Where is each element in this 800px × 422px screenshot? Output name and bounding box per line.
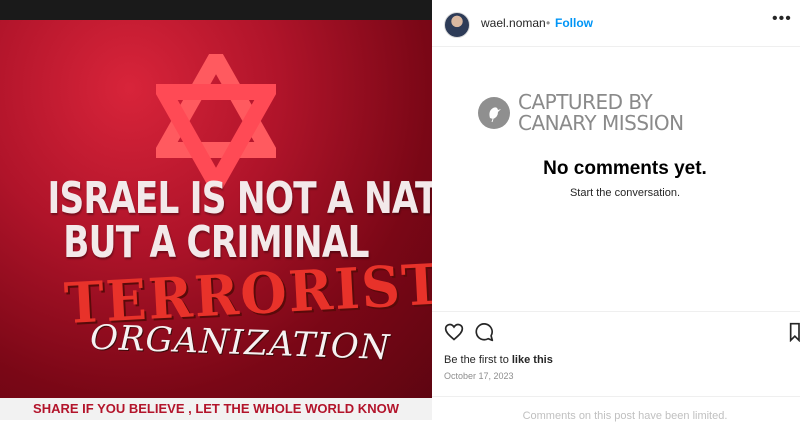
avatar[interactable] xyxy=(444,12,470,38)
canary-bird-icon xyxy=(478,97,510,129)
bookmark-icon[interactable] xyxy=(788,322,800,342)
likes-line: Be the first to like this xyxy=(444,354,553,366)
post-header: wael.noman • Follow ••• xyxy=(432,0,800,47)
likes-prefix: Be the first to xyxy=(444,354,509,366)
comments-limited-notice: Comments on this post have been limited. xyxy=(522,410,728,422)
media-top-bar xyxy=(0,0,432,20)
more-horizontal-icon[interactable]: ••• xyxy=(772,10,792,28)
post-media[interactable]: ISRAEL IS NOT A NATION BUT A CRIMINAL TE… xyxy=(0,0,432,420)
separator-dot: • xyxy=(546,16,551,30)
empty-comments-title: No comments yet. xyxy=(543,158,707,179)
poster-share-text: SHARE IF YOU BELIEVE , LET THE WHOLE WOR… xyxy=(0,398,432,420)
heart-icon[interactable] xyxy=(444,322,464,342)
watermark-text: CAPTURED BY CANARY MISSION xyxy=(518,92,684,134)
empty-comments-subtitle: Start the conversation. xyxy=(569,187,681,199)
divider xyxy=(432,311,800,312)
star-of-david-icon xyxy=(156,54,276,188)
divider xyxy=(432,396,800,397)
watermark-line2: CANARY MISSION xyxy=(518,111,684,135)
comment-icon[interactable] xyxy=(474,322,494,342)
comments-panel: wael.noman • Follow ••• CAPTURED BY CANA… xyxy=(432,0,800,422)
watermark-line1: CAPTURED BY xyxy=(518,90,653,114)
username-link[interactable]: wael.noman xyxy=(481,16,546,30)
post-date[interactable]: October 17, 2023 xyxy=(444,371,514,381)
follow-button[interactable]: Follow xyxy=(555,16,593,30)
like-this-link[interactable]: like this xyxy=(512,354,553,366)
